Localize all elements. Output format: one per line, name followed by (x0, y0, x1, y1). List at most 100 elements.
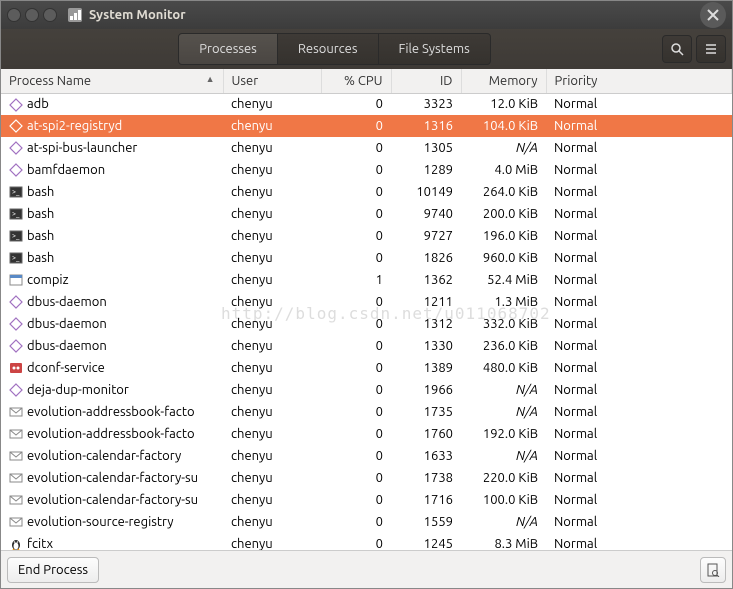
cell-priority: Normal (546, 269, 732, 291)
cell-user: chenyu (223, 467, 321, 489)
process-icon: >_ (9, 229, 23, 243)
cell-id: 10149 (391, 181, 461, 203)
tab-resources[interactable]: Resources (278, 33, 379, 65)
menu-button[interactable] (696, 35, 726, 63)
cell-priority: Normal (546, 181, 732, 203)
process-table: Process Name User % CPU ID Memory Priori… (1, 69, 732, 550)
tab-processes[interactable]: Processes (178, 33, 278, 65)
cell-name: compiz (1, 269, 223, 291)
table-row[interactable]: >_bashchenyu09727196.0 KiBNormal (1, 225, 732, 247)
table-row[interactable]: dbus-daemonchenyu01330236.0 KiBNormal (1, 335, 732, 357)
table-row[interactable]: evolution-calendar-factory-suchenyu01738… (1, 467, 732, 489)
app-icon (67, 7, 83, 23)
cell-id: 1633 (391, 445, 461, 467)
close-window-button[interactable] (7, 8, 21, 22)
table-row[interactable]: evolution-calendar-factory-suchenyu01716… (1, 489, 732, 511)
cell-priority: Normal (546, 467, 732, 489)
process-icon (9, 515, 23, 529)
cell-id: 1738 (391, 467, 461, 489)
cell-user: chenyu (223, 357, 321, 379)
cell-user: chenyu (223, 445, 321, 467)
process-icon (9, 317, 23, 331)
table-row[interactable]: bamfdaemonchenyu012894.0 MiBNormal (1, 159, 732, 181)
table-row[interactable]: evolution-addressbook-factochenyu0176019… (1, 423, 732, 445)
cell-user: chenyu (223, 335, 321, 357)
col-header-priority[interactable]: Priority (546, 69, 732, 93)
table-row[interactable]: at-spi-bus-launcherchenyu01305N/ANormal (1, 137, 732, 159)
table-row[interactable]: >_bashchenyu01826960.0 KiBNormal (1, 247, 732, 269)
table-row[interactable]: >_bashchenyu09740200.0 KiBNormal (1, 203, 732, 225)
cell-cpu: 0 (321, 511, 391, 533)
cell-name: evolution-calendar-factory (1, 445, 223, 467)
cell-user: chenyu (223, 379, 321, 401)
cell-memory: N/A (461, 445, 546, 467)
cell-name: fcitx (1, 533, 223, 550)
table-row[interactable]: evolution-source-registrychenyu01559N/AN… (1, 511, 732, 533)
svg-text:>_: >_ (12, 210, 20, 218)
tab-filesystems[interactable]: File Systems (379, 33, 491, 65)
properties-button[interactable] (700, 557, 726, 583)
table-row[interactable]: adbchenyu0332312.0 KiBNormal (1, 93, 732, 115)
cell-id: 1826 (391, 247, 461, 269)
cell-memory: 332.0 KiB (461, 313, 546, 335)
page-icon (706, 563, 720, 577)
cell-cpu: 0 (321, 93, 391, 115)
cell-cpu: 0 (321, 533, 391, 550)
process-table-container[interactable]: http://blog.csdn.net/u011068702 Process … (1, 69, 732, 550)
table-row[interactable]: at-spi2-registrydchenyu01316104.0 KiBNor… (1, 115, 732, 137)
cell-user: chenyu (223, 93, 321, 115)
cell-priority: Normal (546, 401, 732, 423)
cell-priority: Normal (546, 423, 732, 445)
cell-memory: 4.0 MiB (461, 159, 546, 181)
col-header-memory[interactable]: Memory (461, 69, 546, 93)
cell-id: 9727 (391, 225, 461, 247)
close-icon[interactable] (700, 2, 726, 28)
table-row[interactable]: fcitxchenyu012458.3 MiBNormal (1, 533, 732, 550)
table-row[interactable]: deja-dup-monitorchenyu01966N/ANormal (1, 379, 732, 401)
table-row[interactable]: dbus-daemonchenyu01312332.0 KiBNormal (1, 313, 732, 335)
cell-priority: Normal (546, 533, 732, 550)
cell-name: >_bash (1, 225, 223, 247)
cell-priority: Normal (546, 137, 732, 159)
table-row[interactable]: compizchenyu1136252.4 MiBNormal (1, 269, 732, 291)
window-controls (7, 8, 57, 22)
cell-user: chenyu (223, 159, 321, 181)
table-row[interactable]: dbus-daemonchenyu012111.3 MiBNormal (1, 291, 732, 313)
cell-cpu: 0 (321, 159, 391, 181)
titlebar[interactable]: System Monitor (1, 1, 732, 29)
cell-id: 1735 (391, 401, 461, 423)
cell-name: bamfdaemon (1, 159, 223, 181)
process-icon: >_ (9, 251, 23, 265)
cell-priority: Normal (546, 203, 732, 225)
cell-memory: 264.0 KiB (461, 181, 546, 203)
process-icon (9, 119, 23, 133)
cell-name: dbus-daemon (1, 291, 223, 313)
cell-cpu: 0 (321, 445, 391, 467)
cell-cpu: 0 (321, 247, 391, 269)
cell-user: chenyu (223, 269, 321, 291)
col-header-name[interactable]: Process Name (1, 69, 223, 93)
cell-name: evolution-calendar-factory-su (1, 489, 223, 511)
table-row[interactable]: dconf-servicechenyu01389480.0 KiBNormal (1, 357, 732, 379)
cell-cpu: 1 (321, 269, 391, 291)
cell-priority: Normal (546, 357, 732, 379)
col-header-cpu[interactable]: % CPU (321, 69, 391, 93)
table-row[interactable]: evolution-calendar-factorychenyu01633N/A… (1, 445, 732, 467)
cell-name: evolution-calendar-factory-su (1, 467, 223, 489)
col-header-user[interactable]: User (223, 69, 321, 93)
search-button[interactable] (662, 35, 692, 63)
maximize-window-button[interactable] (43, 8, 57, 22)
process-icon (9, 493, 23, 507)
cell-name: at-spi-bus-launcher (1, 137, 223, 159)
cell-cpu: 0 (321, 181, 391, 203)
toolbar: Processes Resources File Systems (1, 29, 732, 69)
table-row[interactable]: evolution-addressbook-factochenyu01735N/… (1, 401, 732, 423)
end-process-button[interactable]: End Process (7, 557, 99, 583)
minimize-window-button[interactable] (25, 8, 39, 22)
col-header-id[interactable]: ID (391, 69, 461, 93)
cell-id: 9740 (391, 203, 461, 225)
table-row[interactable]: >_bashchenyu010149264.0 KiBNormal (1, 181, 732, 203)
cell-user: chenyu (223, 137, 321, 159)
cell-memory: 8.3 MiB (461, 533, 546, 550)
cell-priority: Normal (546, 313, 732, 335)
